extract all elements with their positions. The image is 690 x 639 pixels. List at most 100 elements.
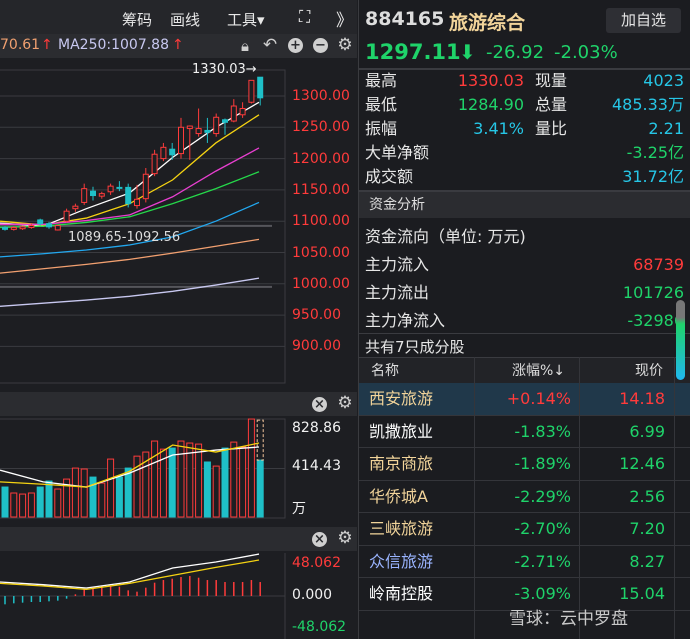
col-name[interactable]: 名称: [371, 358, 399, 384]
stock-name: 凯撒旅业: [369, 421, 434, 441]
expand-icon[interactable]: ⛶: [299, 7, 310, 27]
close-icon[interactable]: ×: [312, 532, 327, 547]
candle-up: [10, 226, 17, 230]
volume-projection: [256, 419, 264, 461]
chips-button[interactable]: 筹码: [122, 9, 152, 30]
candle-up: [239, 108, 246, 116]
tools-dropdown[interactable]: 工具▾: [227, 9, 265, 30]
ma-line-ma5: [0, 101, 260, 227]
candle-down: [37, 219, 44, 225]
price: 7.20: [629, 519, 665, 538]
volume-bar: [186, 442, 194, 518]
candle-down: [169, 148, 176, 156]
component-row[interactable]: 三峡旅游 -2.70% 7.20: [359, 513, 690, 546]
candle-down: [257, 76, 264, 99]
volume-bar: [195, 443, 203, 518]
zoom-out-icon[interactable]: −: [313, 38, 328, 53]
label: 最高: [365, 71, 398, 90]
value: 4023: [643, 71, 684, 90]
component-row[interactable]: 凯撒旅业 -1.83% 6.99: [359, 416, 690, 448]
volume-axis-mid: 414.43: [292, 458, 341, 474]
price: 6.99: [629, 421, 665, 441]
fund-analysis-tab[interactable]: 资金分析: [359, 190, 690, 218]
component-row[interactable]: 西安旅游 +0.14% 14.18: [359, 383, 690, 416]
gear-icon[interactable]: ⚙: [336, 395, 354, 412]
label: 资金流向（单位: 万元): [365, 227, 526, 246]
volume-bar: [239, 446, 247, 518]
quote-panel: 884165 旅游综合 加自选 1297.11 ⬇ -26.92 -2.03% …: [358, 0, 690, 639]
candle-up: [151, 153, 158, 175]
ma-line-ma250: [0, 277, 260, 307]
change-pct: -1.89%: [514, 454, 571, 473]
label: 现量: [535, 71, 568, 90]
value: 31.72亿: [622, 167, 684, 186]
more-chevron-icon[interactable]: 》: [336, 6, 353, 31]
volume-bar: [230, 441, 238, 518]
price-axis-label: 900.00: [292, 338, 341, 355]
label: 最低: [365, 95, 398, 114]
change-pct: -2.70%: [514, 519, 571, 538]
table-header: 名称 涨幅%↓ 现价: [359, 357, 690, 383]
volume-bar: [247, 418, 255, 518]
add-watchlist-button[interactable]: 加自选: [606, 8, 681, 33]
zoom-in-icon[interactable]: +: [288, 38, 303, 53]
gear-icon[interactable]: ⚙: [336, 37, 354, 54]
price: 14.18: [619, 389, 665, 408]
price-axis-label: 1000.00: [292, 275, 350, 292]
price-change-pct: -2.03%: [554, 42, 618, 63]
candle-up: [63, 210, 70, 222]
volume-bar: [10, 492, 18, 518]
stock-name: 西安旅游: [369, 389, 434, 408]
lock-icon[interactable]: 🔒︎: [236, 38, 254, 54]
stock-code: 884165: [365, 8, 445, 30]
scrollbar[interactable]: [676, 300, 685, 380]
col-price[interactable]: 现价: [635, 358, 663, 384]
candle-up: [28, 225, 35, 228]
volume-bar: [98, 482, 106, 518]
candle-up: [230, 105, 237, 122]
arrow-up-icon: ↑: [172, 37, 184, 53]
label: 主力流出: [365, 283, 430, 302]
ma-line-ma20: [0, 147, 260, 225]
undo-icon[interactable]: ↶: [261, 37, 279, 54]
stock-name: 众信旅游: [369, 551, 434, 571]
volume-bar: [54, 488, 62, 518]
price-axis-label: 950.00: [292, 307, 341, 324]
chip-range-label: 1089.65-1092.56: [68, 230, 181, 245]
down-arrow-icon: ⬇: [459, 40, 476, 64]
price-axis-label: 1100.00: [292, 213, 350, 230]
candle-up: [19, 226, 26, 230]
candle-down: [222, 119, 228, 123]
volume-bar: [27, 492, 35, 518]
big-order-row: 大单净额 -3.25亿: [365, 141, 684, 165]
value: 1330.03: [457, 71, 524, 90]
volume-bar: [107, 458, 115, 518]
volume-panel-header: × ⚙: [0, 392, 357, 416]
component-row[interactable]: 华侨城A -2.29% 2.56: [359, 481, 690, 513]
volume-bar: [203, 461, 211, 518]
label: 主力净流入: [365, 311, 446, 330]
value: 1284.90: [457, 95, 524, 114]
component-row[interactable]: 南京商旅 -1.89% 12.46: [359, 448, 690, 481]
close-icon[interactable]: ×: [312, 397, 327, 412]
component-row[interactable]: 众信旅游 -2.71% 8.27: [359, 546, 690, 578]
change-pct: +0.14%: [506, 389, 571, 408]
volume-axis-top: 828.86: [292, 420, 341, 436]
candle-up: [72, 205, 79, 210]
volume-bar: [212, 465, 220, 518]
candle-up: [186, 125, 193, 130]
price-axis-label: 1200.00: [292, 150, 350, 167]
gear-icon[interactable]: ⚙: [336, 530, 354, 547]
volume-bar: [177, 440, 185, 518]
value: 3.41%: [473, 119, 524, 138]
col-change-pct[interactable]: 涨幅%↓: [512, 358, 565, 384]
candle-up: [134, 198, 140, 207]
watermark: 雪球：云中罗盘: [509, 609, 628, 629]
draw-line-button[interactable]: 画线: [170, 9, 200, 30]
volume-bar: [1, 486, 9, 518]
volume-bar: [45, 480, 53, 518]
candle-up: [81, 188, 88, 203]
fund-unit-label: 资金流向（单位: 万元): [365, 225, 684, 249]
ma-value: 70.61: [0, 37, 41, 53]
chart-panel[interactable]: 筹码 画线 工具▾ ⛶ 》 70.61 ↑ MA250:1007.88 ↑ 🔒︎ ↶…: [0, 0, 357, 639]
